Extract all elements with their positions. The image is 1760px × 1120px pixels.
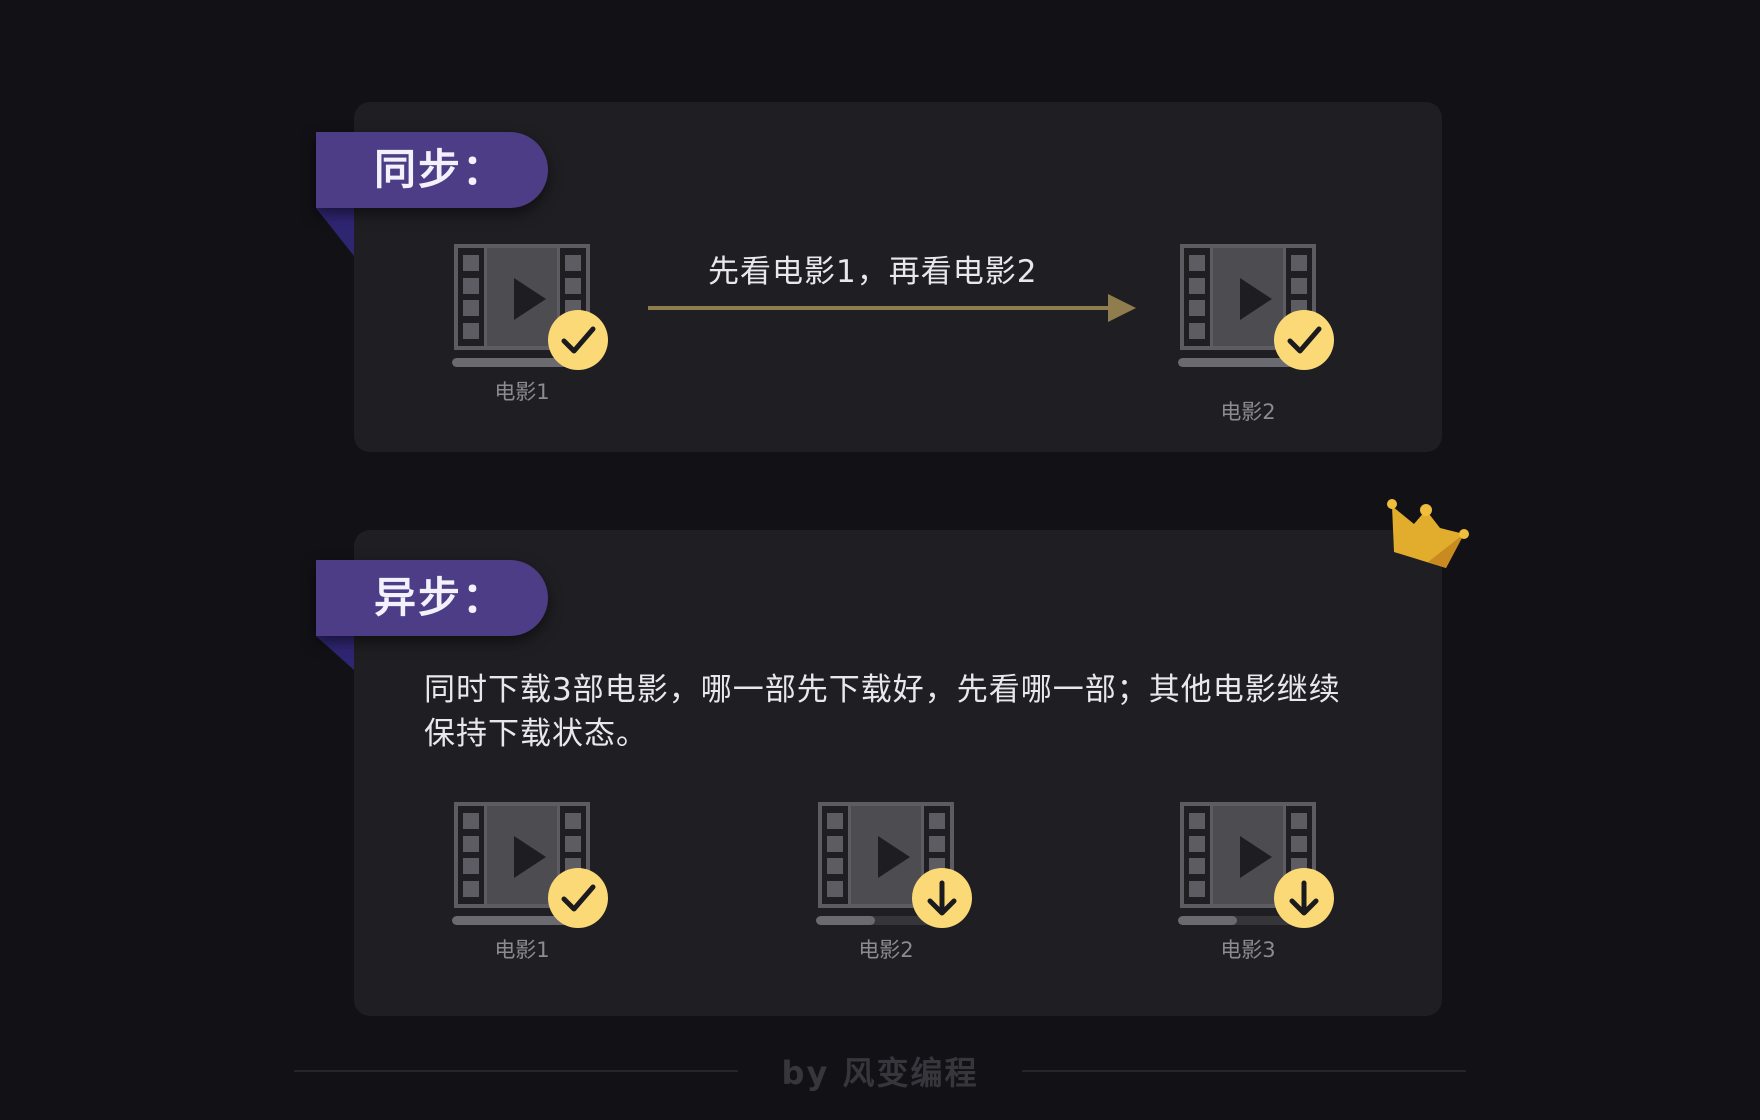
checkmark-icon [548, 310, 608, 370]
async-heading: 异步： [316, 560, 548, 636]
sync-arrow-head [1108, 294, 1136, 322]
download-arrow-icon [912, 868, 972, 928]
sync-arrow-line [648, 306, 1110, 310]
play-icon [1240, 278, 1272, 320]
download-progress-fill [1178, 916, 1238, 925]
async-description: 同时下载3部电影，哪一部先下载好，先看哪一部；其他电影继续保持下载状态。 [424, 672, 1341, 752]
play-icon [514, 836, 546, 878]
sync-movie-2 [1178, 244, 1340, 414]
footer-divider-right [1022, 1070, 1466, 1072]
crown-icon [1384, 494, 1470, 578]
movie-label: 电影3 [1220, 938, 1276, 962]
sync-ribbon-fold [316, 208, 354, 256]
movie-label: 电影1 [494, 938, 550, 962]
footer-divider-left [294, 1070, 738, 1072]
async-ribbon-fold [316, 636, 354, 670]
play-icon [878, 836, 910, 878]
sync-heading: 同步： [316, 132, 548, 208]
play-icon [514, 278, 546, 320]
footer-credit: by 风变编程 [781, 1054, 979, 1092]
movie-label: 电影2 [1220, 400, 1276, 424]
download-arrow-icon [1274, 868, 1334, 928]
movie-label: 电影2 [858, 938, 914, 962]
sync-arrow-text: 先看电影1，再看电影2 [708, 254, 1038, 290]
play-icon [1240, 836, 1272, 878]
checkmark-icon [548, 868, 608, 928]
movie-label: 电影1 [494, 380, 550, 404]
checkmark-icon [1274, 310, 1334, 370]
download-progress-fill [816, 916, 876, 925]
